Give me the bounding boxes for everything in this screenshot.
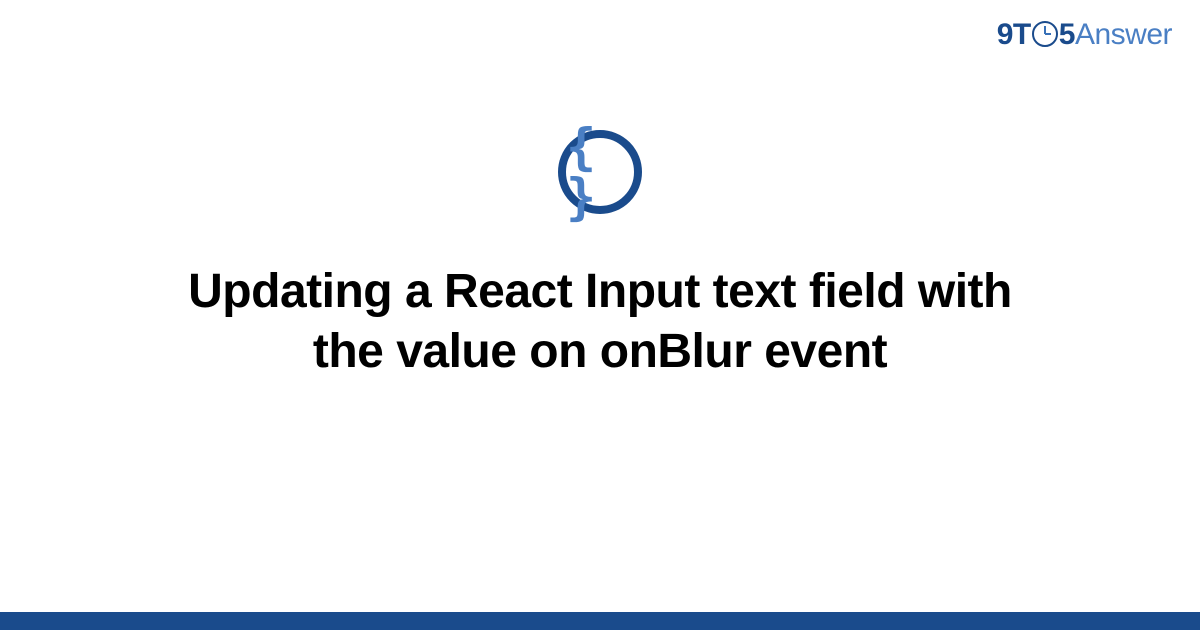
braces-icon: { } xyxy=(566,122,634,222)
header: 9T 5Answer xyxy=(997,18,1172,52)
logo-number: 5 xyxy=(1059,18,1075,51)
site-logo[interactable]: 9T 5Answer xyxy=(997,18,1172,52)
code-topic-icon: { } xyxy=(558,130,642,214)
footer-accent-bar xyxy=(0,612,1200,630)
page-title: Updating a React Input text field with t… xyxy=(150,262,1050,382)
logo-suffix: Answer xyxy=(1075,18,1172,51)
main-content: { } Updating a React Input text field wi… xyxy=(0,130,1200,382)
logo-prefix: 9T xyxy=(997,18,1031,51)
clock-icon xyxy=(1032,21,1058,47)
